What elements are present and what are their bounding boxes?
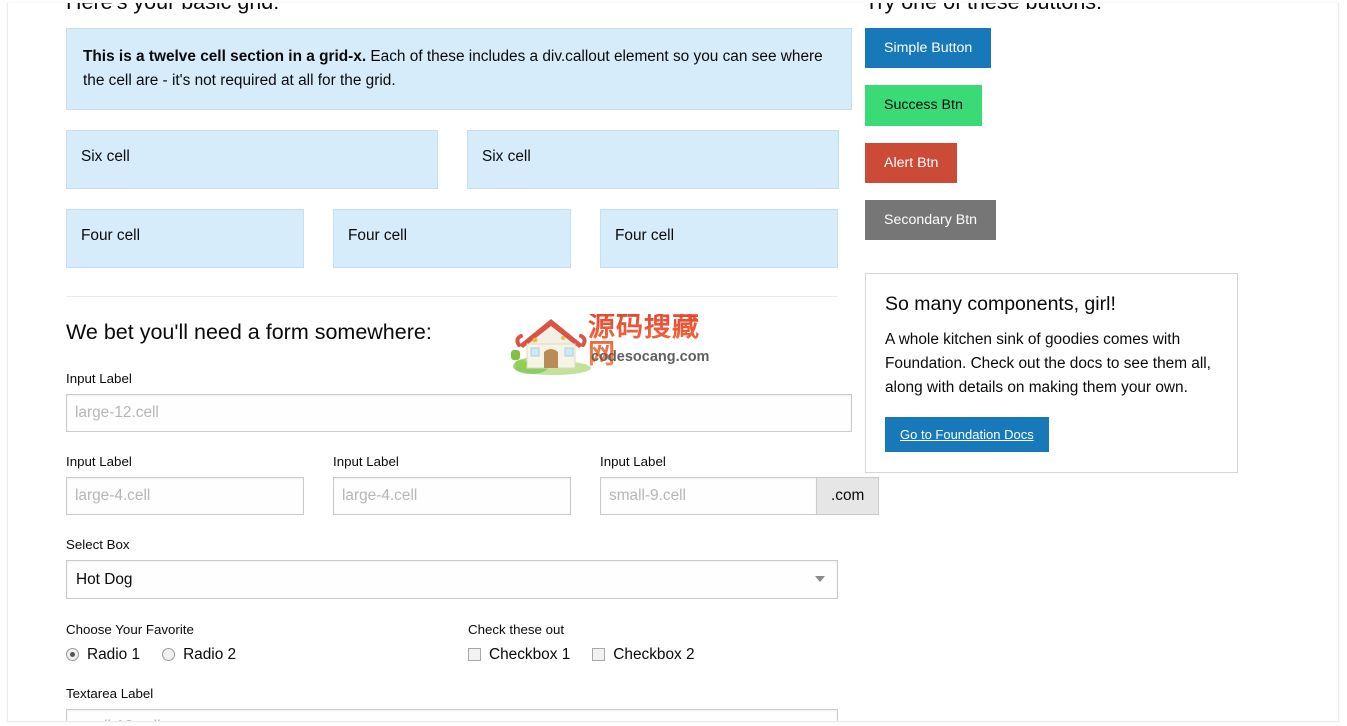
radio-group-legend: Choose Your Favorite xyxy=(66,621,194,637)
input-col-2: Input Label xyxy=(333,450,571,515)
form-section: We bet you'll need a form somewhere: Inp… xyxy=(66,317,880,721)
radio-label-2: Radio 2 xyxy=(183,645,237,663)
six-cell-row: Six cell Six cell xyxy=(66,129,852,189)
input-3-field[interactable] xyxy=(600,476,816,515)
input-2-label: Input Label xyxy=(333,453,399,469)
six-cell-1: Six cell xyxy=(66,129,438,189)
simple-button[interactable]: Simple Button xyxy=(865,28,992,69)
radio-items: Radio 1 Radio 2 xyxy=(66,646,468,664)
input-full-label: Input Label xyxy=(66,370,132,386)
form-heading: We bet you'll need a form somewhere: xyxy=(66,319,432,344)
checkbox-label-2: Checkbox 2 xyxy=(613,645,695,663)
input-1-field[interactable] xyxy=(66,476,304,515)
right-column: Try one of these buttons: Simple Button … xyxy=(865,3,1250,473)
radio-group: Choose Your Favorite Radio 1 Radio 2 xyxy=(66,618,468,664)
radio-mark-1[interactable] xyxy=(66,648,79,662)
checkbox-group: Check these out Checkbox 1 Checkbox 2 xyxy=(468,618,848,664)
checkbox-items: Checkbox 1 Checkbox 2 xyxy=(468,646,848,664)
components-panel: So many components, girl! A whole kitche… xyxy=(865,272,1238,473)
four-cell-3: Four cell xyxy=(600,208,838,268)
buttons-section-heading: Try one of these buttons: xyxy=(865,3,1250,17)
input-2-field[interactable] xyxy=(333,476,571,515)
input-col-1: Input Label xyxy=(66,450,304,515)
six-cell-2: Six cell xyxy=(467,129,839,189)
checkbox-mark-2[interactable] xyxy=(592,648,606,662)
radio-option-1[interactable]: Radio 1 xyxy=(66,646,140,664)
checkbox-label-1: Checkbox 1 xyxy=(489,645,571,663)
input-3-label: Input Label xyxy=(600,453,666,469)
select-box[interactable]: Hot Dog xyxy=(66,559,838,599)
checkbox-option-1[interactable]: Checkbox 1 xyxy=(468,646,570,664)
foundation-docs-button[interactable]: Go to Foundation Docs xyxy=(885,416,1049,452)
checkbox-option-2[interactable]: Checkbox 2 xyxy=(592,645,695,664)
success-button[interactable]: Success Btn xyxy=(865,85,982,126)
four-cell-1: Four cell xyxy=(66,208,304,268)
checkbox-group-legend: Check these out xyxy=(468,621,565,637)
twelve-cell-callout: This is a twelve cell section in a grid-… xyxy=(66,28,852,110)
browser-page: Here's your basic grid: This is a twelve… xyxy=(7,3,1339,722)
radio-mark-2[interactable] xyxy=(162,648,176,662)
components-panel-title: So many components, girl! xyxy=(885,292,1116,315)
select-value: Hot Dog xyxy=(76,570,133,588)
components-panel-body: A whole kitchen sink of goodies comes wi… xyxy=(885,331,1211,396)
radio-option-2[interactable]: Radio 2 xyxy=(162,646,236,664)
select-label: Select Box xyxy=(66,536,130,552)
choice-row: Choose Your Favorite Radio 1 Radio 2 Che… xyxy=(66,618,852,664)
textarea-field[interactable] xyxy=(66,708,838,721)
input-col-3: Input Label .com xyxy=(600,450,880,515)
chevron-down-icon xyxy=(815,575,825,582)
select-block: Select Box Hot Dog xyxy=(66,533,852,599)
input-full-field[interactable] xyxy=(66,393,852,432)
section-divider xyxy=(66,295,838,297)
checkbox-mark-1[interactable] xyxy=(468,648,481,662)
alert-button[interactable]: Alert Btn xyxy=(865,142,958,183)
input-1-label: Input Label xyxy=(66,453,132,469)
radio-label-1: Radio 1 xyxy=(87,645,141,663)
four-cell-row: Four cell Four cell Four cell xyxy=(66,208,852,268)
left-column: Here's your basic grid: This is a twelve… xyxy=(66,3,880,721)
grid-section-heading: Here's your basic grid: xyxy=(66,3,852,17)
textarea-block: Textarea Label xyxy=(66,682,852,721)
input-group-suffix: .com xyxy=(816,476,880,515)
four-cell-2: Four cell xyxy=(333,208,571,268)
twelve-cell-callout-strong: This is a twelve cell section in a grid-… xyxy=(83,48,367,66)
input-triple-row: Input Label Input Label Input Label .com xyxy=(66,450,880,515)
secondary-button[interactable]: Secondary Btn xyxy=(865,199,997,240)
input-group-domain: .com xyxy=(600,476,880,515)
textarea-label: Textarea Label xyxy=(66,685,154,701)
